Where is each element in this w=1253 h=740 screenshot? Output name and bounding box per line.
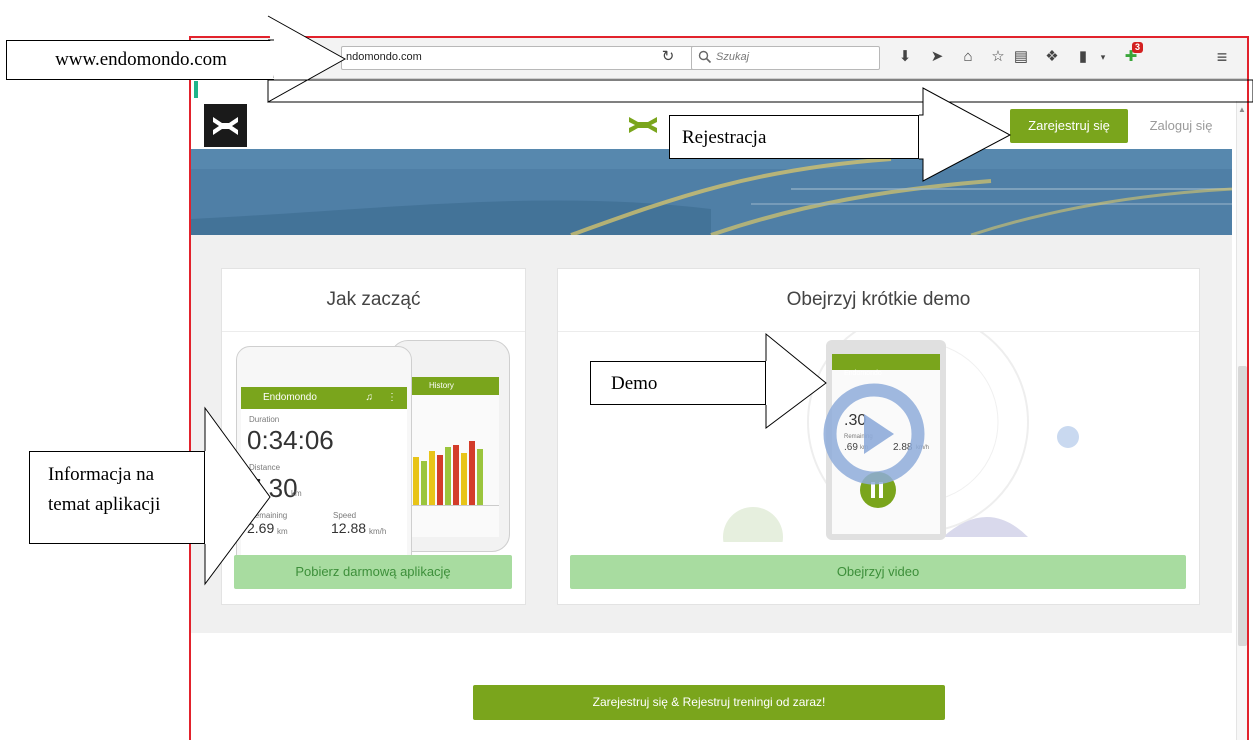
- app-info-annotation-arrow-icon: [204, 406, 271, 586]
